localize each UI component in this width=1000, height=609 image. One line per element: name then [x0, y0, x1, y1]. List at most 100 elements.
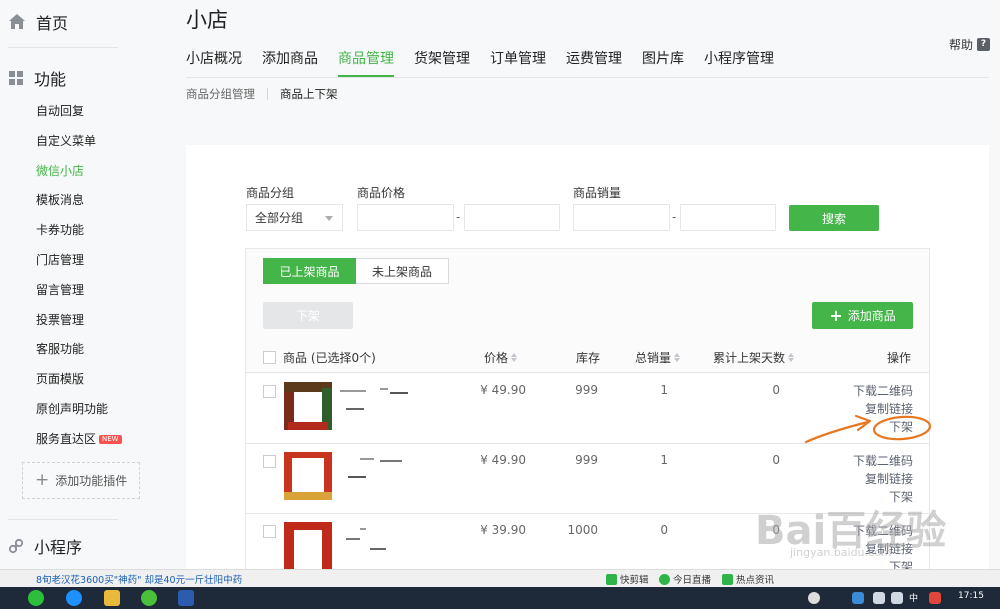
sales-min-input[interactable]	[573, 204, 670, 231]
copy-link-link[interactable]: 复制链接	[853, 400, 913, 418]
tab-mini-program-management[interactable]: 小程序管理	[704, 47, 774, 77]
tab-store-overview[interactable]: 小店概况	[186, 47, 242, 77]
sort-icon	[674, 353, 681, 362]
tabs-divider	[186, 77, 989, 78]
offshelf-link[interactable]: 下架	[853, 418, 913, 436]
tray-app-icon[interactable]	[852, 592, 864, 604]
status-item-live[interactable]: 今日直播	[659, 572, 711, 586]
sidebar-home-label: 首页	[36, 14, 69, 33]
tab-image-library[interactable]: 图片库	[642, 47, 684, 77]
sidebar-item-coupons[interactable]: 卡券功能	[36, 220, 122, 250]
grid-icon	[9, 71, 23, 85]
offshelf-link[interactable]: 下架	[853, 558, 913, 569]
row-operations: 下载二维码 复制链接 下架	[853, 382, 913, 436]
tab-shipping-management[interactable]: 运费管理	[566, 47, 622, 77]
header-days[interactable]: 累计上架天数	[713, 349, 795, 366]
copy-link-link[interactable]: 复制链接	[853, 470, 913, 488]
qq-icon[interactable]	[66, 590, 82, 606]
price-min-input[interactable]	[357, 204, 454, 231]
sidebar-item-template-message[interactable]: 模板消息	[36, 190, 122, 220]
copy-link-link[interactable]: 复制链接	[853, 540, 913, 558]
price-range-separator: -	[456, 210, 461, 224]
download-qrcode-link[interactable]: 下载二维码	[853, 452, 913, 470]
tab-add-product[interactable]: 添加商品	[262, 47, 318, 77]
header-product-label: 商品 (已选择0个)	[283, 351, 376, 365]
add-product-button[interactable]: + 添加商品	[812, 302, 913, 329]
user-icon[interactable]	[808, 592, 820, 604]
sidebar-functions-header: 功能	[8, 66, 66, 90]
sidebar-item-wechat-store[interactable]: 微信小店	[36, 161, 122, 191]
sidebar-item-comments[interactable]: 留言管理	[36, 280, 122, 310]
sidebar-item-label: 门店管理	[36, 252, 85, 267]
group-select-value: 全部分组	[255, 211, 304, 225]
volume-icon[interactable]	[891, 592, 903, 604]
sidebar-item-stores[interactable]: 门店管理	[36, 250, 122, 280]
clock[interactable]: 17:15	[958, 591, 984, 601]
row-checkbox[interactable]	[263, 455, 276, 468]
table-header: 商品 (已选择0个) 价格 库存 总销量 累计上架天数 操作	[246, 339, 929, 373]
sidebar-item-service-direct[interactable]: 服务直达区 NEW	[36, 429, 122, 459]
subnav-group-management[interactable]: 商品分组管理	[186, 86, 255, 102]
sales-max-input[interactable]	[680, 204, 776, 231]
select-all-checkbox[interactable]	[263, 351, 276, 364]
plus-icon: +	[35, 470, 50, 490]
status-item-quick-edit[interactable]: 快剪辑	[606, 572, 649, 586]
row-days: 0	[772, 383, 780, 397]
tab-product-management[interactable]: 商品管理	[338, 47, 394, 77]
sidebar-item-custom-menu[interactable]: 自定义菜单	[36, 131, 122, 161]
sidebar-item-votes[interactable]: 投票管理	[36, 310, 122, 340]
tab-order-management[interactable]: 订单管理	[490, 47, 546, 77]
sidebar-item-label: 客服功能	[36, 342, 85, 357]
sidebar-home[interactable]: 首页	[8, 10, 68, 34]
ime-indicator[interactable]: 中	[909, 591, 918, 604]
product-list: 已上架商品 未上架商品 下架 + 添加商品 商品 (已选择0个) 价格 库存 总…	[245, 248, 930, 569]
row-days: 0	[772, 523, 780, 537]
header-price[interactable]: 价格	[484, 349, 518, 366]
file-explorer-icon[interactable]	[104, 590, 120, 606]
header-days-label: 累计上架天数	[713, 351, 786, 365]
row-sales: 0	[660, 523, 668, 537]
page-title: 小店	[186, 8, 228, 32]
sidebar-item-label: 页面模版	[36, 372, 85, 387]
help-label: 帮助	[949, 38, 974, 52]
header-sales[interactable]: 总销量	[635, 349, 681, 366]
tab-on-shelf[interactable]: 已上架商品	[263, 258, 356, 284]
tab-off-shelf[interactable]: 未上架商品	[356, 258, 449, 284]
add-plugin-button[interactable]: + 添加功能插件	[22, 462, 140, 499]
browser-icon[interactable]	[141, 590, 157, 606]
sidebar-mini-program[interactable]: 小程序	[8, 534, 82, 558]
product-name-redacted	[340, 384, 430, 424]
row-stock: 1000	[567, 523, 598, 537]
caret-down-icon	[325, 216, 333, 221]
row-price: ¥ 49.90	[480, 383, 526, 397]
bulk-offshelf-button[interactable]: 下架	[263, 302, 353, 329]
price-max-input[interactable]	[464, 204, 560, 231]
group-select[interactable]: 全部分组	[246, 204, 343, 231]
help-link[interactable]: 帮助 ?	[949, 36, 991, 53]
tab-shelf-management[interactable]: 货架管理	[414, 47, 470, 77]
row-sales: 1	[660, 453, 668, 467]
network-icon[interactable]	[873, 592, 885, 604]
wechat-icon[interactable]	[28, 590, 44, 606]
sogou-icon[interactable]	[929, 592, 941, 604]
search-button[interactable]: 搜索	[789, 205, 879, 231]
row-checkbox[interactable]	[263, 385, 276, 398]
offshelf-link[interactable]: 下架	[853, 488, 913, 506]
sidebar-divider	[8, 519, 118, 520]
word-icon[interactable]	[178, 590, 194, 606]
sidebar-item-original-declaration[interactable]: 原创声明功能	[36, 399, 122, 429]
sidebar-item-customer-service[interactable]: 客服功能	[36, 339, 122, 369]
news-ticker-link[interactable]: 8旬老汉花3600买"神药" 却是40元一斤壮阳中药	[36, 572, 242, 586]
download-qrcode-link[interactable]: 下载二维码	[853, 382, 913, 400]
subnav-shelving[interactable]: 商品上下架	[280, 86, 338, 102]
table-row: ¥ 49.90 999 1 0 下载二维码 复制链接 下架	[246, 444, 929, 514]
row-operations: 下载二维码 复制链接 下架	[853, 522, 913, 569]
row-checkbox[interactable]	[263, 525, 276, 538]
sidebar-item-page-templates[interactable]: 页面模版	[36, 369, 122, 399]
status-item-hot-news[interactable]: 热点资讯	[722, 572, 774, 586]
status-item-label: 热点资讯	[736, 575, 775, 586]
sidebar-item-label: 服务直达区	[36, 431, 97, 446]
download-qrcode-link[interactable]: 下载二维码	[853, 522, 913, 540]
sidebar-item-label: 自动回复	[36, 104, 85, 118]
sidebar-item-auto-reply[interactable]: 自动回复	[36, 101, 122, 131]
